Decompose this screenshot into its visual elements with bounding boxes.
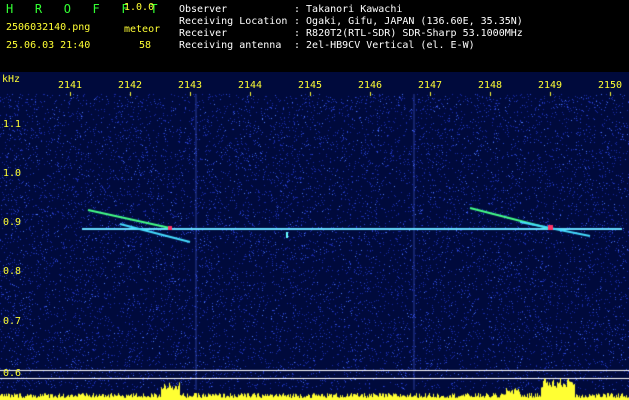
x-tick-label: 2144 xyxy=(238,80,263,91)
y-axis-unit: kHz xyxy=(2,74,21,85)
antenna-value: : 2el-HB9CV Vertical (el. E-W) xyxy=(294,40,475,51)
x-tick-label: 2141 xyxy=(58,80,83,91)
spectrogram-canvas xyxy=(0,72,629,400)
antenna-label: Receiving antenna xyxy=(179,40,282,51)
x-tick-label: 2148 xyxy=(478,80,503,91)
y-tick-label: 0.7 xyxy=(3,316,22,327)
y-tick-label: 0.9 xyxy=(3,217,22,228)
y-tick-label: 1.1 xyxy=(3,119,22,130)
x-tick-label: 2146 xyxy=(358,80,383,91)
app-version: 1.0.0 xyxy=(124,2,155,13)
spectrogram-panel: kHz 1.1 1.0 0.9 0.8 0.7 0.6 2141 2142 2143 2144 2… xyxy=(0,72,629,400)
x-tick-label: 2147 xyxy=(418,80,443,91)
location-value: : Ogaki, Gifu, JAPAN (136.60E, 35.35N) xyxy=(294,16,523,27)
y-tick-label: 0.8 xyxy=(3,266,22,277)
header-panel: H R O F F T 1.0.0 2506032140.png meteor … xyxy=(0,0,629,72)
receiver-value: : R820T2(RTL-SDR) SDR-Sharp 53.1000MHz xyxy=(294,28,523,39)
meteor-count: 58 xyxy=(139,40,152,51)
y-tick-label: 1.0 xyxy=(3,168,22,179)
y-tick-label: 0.6 xyxy=(3,368,22,379)
receiver-label: Receiver xyxy=(179,28,228,39)
x-tick-label: 2150 xyxy=(598,80,623,91)
meteor-label: meteor xyxy=(124,24,161,35)
observer-label: Observer xyxy=(179,4,228,15)
x-tick-label: 2149 xyxy=(538,80,563,91)
timestamp: 25.06.03 21:40 xyxy=(6,40,91,51)
file-name: 2506032140.png xyxy=(6,22,91,33)
x-tick-label: 2142 xyxy=(118,80,143,91)
x-tick-label: 2143 xyxy=(178,80,203,91)
observer-value: : Takanori Kawachi xyxy=(294,4,403,15)
x-tick-label: 2145 xyxy=(298,80,323,91)
location-label: Receiving Location xyxy=(179,16,288,27)
